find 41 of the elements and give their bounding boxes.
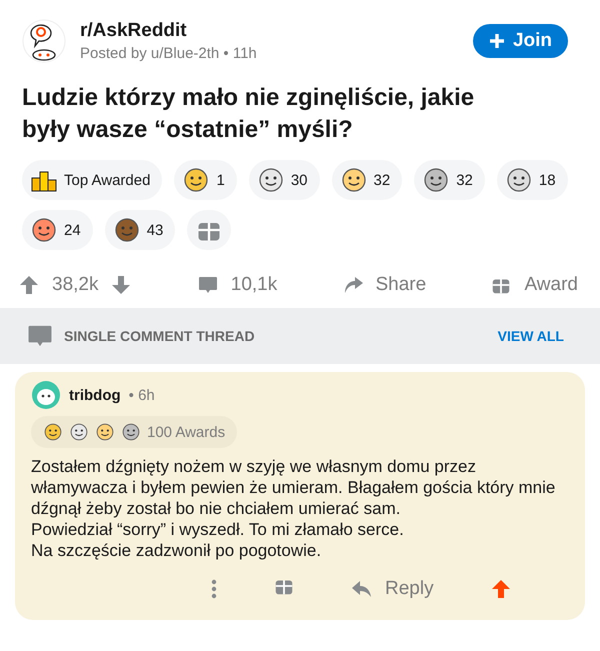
award-chip[interactable]: 32 xyxy=(332,160,402,200)
award-icon xyxy=(340,166,368,194)
top-awarded-chip[interactable]: Top Awarded xyxy=(22,160,162,200)
more-options-icon[interactable] xyxy=(211,578,217,600)
award-icon xyxy=(256,166,285,194)
join-button[interactable]: Join xyxy=(472,24,568,58)
award-chip[interactable]: 18 xyxy=(496,160,568,200)
thread-label: SINGLE COMMENT THREAD xyxy=(64,328,255,344)
award-icon xyxy=(95,422,115,442)
upvote-icon[interactable] xyxy=(18,274,40,296)
comment-age: • 6h xyxy=(128,386,155,404)
award-icon xyxy=(30,216,58,244)
plus-icon xyxy=(488,33,505,49)
comment-author[interactable]: tribdog xyxy=(69,386,121,404)
upvote-icon[interactable] xyxy=(490,578,512,600)
comment-text: Zostałem dźgnięty nożem w szyję we własnym domu przez włamywacza i byłem pewien że umieram. Błagałem gościa który mnie dźgnął żeby został bo nie chciałem umierać sam. Powiedział “sorry” i wyszedł. To mi złamało serce. Na szczęście zadzwonił po pogotowie. xyxy=(31,456,556,561)
view-all-link[interactable]: VIEW ALL xyxy=(498,328,564,344)
downvote-icon[interactable] xyxy=(110,274,132,296)
award-button[interactable]: Award xyxy=(490,274,578,296)
share-button[interactable]: Share xyxy=(342,274,426,296)
give-award-button[interactable] xyxy=(187,210,232,250)
award-chip[interactable]: 1 xyxy=(174,160,237,200)
user-avatar-icon xyxy=(31,380,61,410)
post-meta: Posted by u/Blue-2th • 11h xyxy=(80,45,258,62)
award-chip[interactable]: 43 xyxy=(104,210,176,250)
vote-count: 38,2k xyxy=(52,274,98,296)
subreddit-name[interactable]: r/AskReddit xyxy=(80,20,473,42)
reply-button[interactable]: Reply xyxy=(351,578,434,600)
award-chip[interactable]: 32 xyxy=(414,160,485,200)
award-icon xyxy=(422,166,450,194)
award-icon xyxy=(43,422,63,442)
award-icon xyxy=(182,166,210,194)
award-icon xyxy=(112,216,141,244)
comments-button[interactable]: 10,1k xyxy=(196,274,278,296)
post-title: Ludzie którzy mało nie zginęliście, jakie były wasze “ostatnie” myśli? xyxy=(21,83,476,145)
award-chip[interactable]: 30 xyxy=(248,160,320,200)
award-icon xyxy=(121,422,141,442)
award-icon xyxy=(69,422,89,442)
award-chip[interactable]: 24 xyxy=(22,210,93,250)
award-icon xyxy=(504,166,533,194)
subreddit-avatar-icon xyxy=(22,19,66,63)
